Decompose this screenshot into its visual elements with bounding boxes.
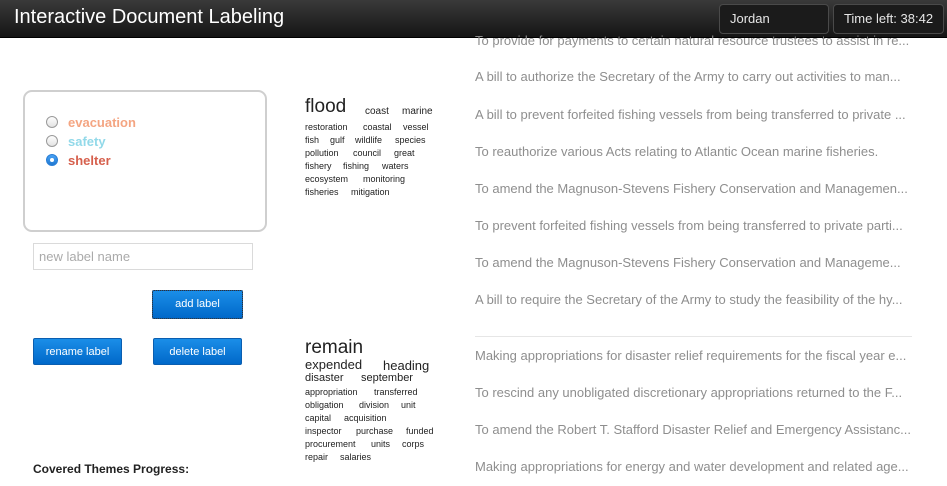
topic-word: species xyxy=(395,135,426,145)
topic-word: pollution xyxy=(305,148,339,158)
document-item[interactable]: To reauthorize various Acts relating to … xyxy=(475,144,912,159)
label-option-shelter[interactable]: shelter xyxy=(46,151,111,169)
label-option-evacuation[interactable]: evacuation xyxy=(46,113,136,131)
topic-word: corps xyxy=(402,439,425,449)
topic-word: wildlife xyxy=(355,135,383,145)
topic-word: unit xyxy=(401,400,416,410)
label-name: evacuation xyxy=(68,114,136,130)
topic-top-word: flood xyxy=(305,96,347,117)
topic-word: vessel xyxy=(403,122,429,132)
document-item[interactable]: Making appropriations for energy and wat… xyxy=(475,459,912,474)
radio-button-checked[interactable] xyxy=(46,154,58,166)
topic-separator xyxy=(475,336,912,337)
topic-word: september xyxy=(361,372,413,384)
topic-word: mitigation xyxy=(351,187,390,197)
document-item[interactable]: Making appropriations for disaster relie… xyxy=(475,348,912,363)
topic-word: marine xyxy=(402,106,433,117)
topic-word: monitoring xyxy=(363,174,406,184)
topic-word: great xyxy=(394,148,415,158)
topic-word: inspector xyxy=(305,426,342,436)
topic-word: funded xyxy=(406,426,434,436)
topic-word: ecosystem xyxy=(305,174,349,184)
topic-word: heading xyxy=(383,358,430,373)
topic-word: fish xyxy=(305,135,320,145)
topic-word: purchase xyxy=(356,426,394,436)
topic-word: gulf xyxy=(330,135,345,145)
document-item[interactable]: To rescind any unobligated discretionary… xyxy=(475,385,912,400)
topic-word: expended xyxy=(305,357,363,372)
topic-word: obligation xyxy=(305,400,344,410)
topic-top-word: remain xyxy=(305,337,364,358)
topic-word: appropriation xyxy=(305,387,358,397)
topic-word: procurement xyxy=(305,439,356,449)
document-item[interactable]: A bill to require the Secretary of the A… xyxy=(475,292,912,307)
label-name: shelter xyxy=(68,152,111,168)
label-list-panel: evacuation safety shelter xyxy=(23,90,267,232)
app-title: Interactive Document Labeling xyxy=(14,6,285,28)
topic-word: council xyxy=(353,148,382,158)
label-name: safety xyxy=(68,133,106,149)
document-item[interactable]: To prevent forfeited fishing vessels fro… xyxy=(475,218,912,233)
topic-word: acquisition xyxy=(344,413,387,423)
topic-word: disaster xyxy=(305,372,344,384)
rename-label-button[interactable]: rename label xyxy=(33,338,122,365)
timer-box: Time left: 38:42 xyxy=(833,4,944,34)
covered-themes-progress-label: Covered Themes Progress: xyxy=(33,462,190,476)
topic-word: capital xyxy=(305,413,332,423)
topic-word: transferred xyxy=(374,387,418,397)
document-item[interactable]: To amend the Magnuson-Stevens Fishery Co… xyxy=(475,181,912,196)
document-item[interactable]: A bill to prevent forfeited fishing vess… xyxy=(475,107,912,122)
delete-label-button[interactable]: delete label xyxy=(153,338,242,365)
topic-word: coastal xyxy=(363,122,392,132)
document-item[interactable]: To amend the Robert T. Stafford Disaster… xyxy=(475,422,912,437)
topic-word: units xyxy=(371,439,391,449)
topic-word: salaries xyxy=(340,452,372,462)
user-name-box: Jordan xyxy=(719,4,829,34)
document-item[interactable]: A bill to authorize the Secretary of the… xyxy=(475,69,912,84)
topic-word: coast xyxy=(365,106,389,117)
topic-word: waters xyxy=(382,161,409,171)
radio-button[interactable] xyxy=(46,116,58,128)
topic-word: repair xyxy=(305,452,329,462)
topic-word: fishing xyxy=(343,161,370,171)
new-label-input[interactable] xyxy=(33,243,253,270)
label-option-safety[interactable]: safety xyxy=(46,132,106,150)
add-label-button[interactable]: add label xyxy=(152,290,243,319)
document-item[interactable]: To provide for payments to certain natur… xyxy=(475,33,912,48)
document-item[interactable]: To amend the Magnuson-Stevens Fishery Co… xyxy=(475,255,912,270)
radio-button[interactable] xyxy=(46,135,58,147)
topic-word: division xyxy=(359,400,390,410)
topic-word: fisheries xyxy=(305,187,339,197)
topic-word: restoration xyxy=(305,122,348,132)
topic-word: fishery xyxy=(305,161,332,171)
